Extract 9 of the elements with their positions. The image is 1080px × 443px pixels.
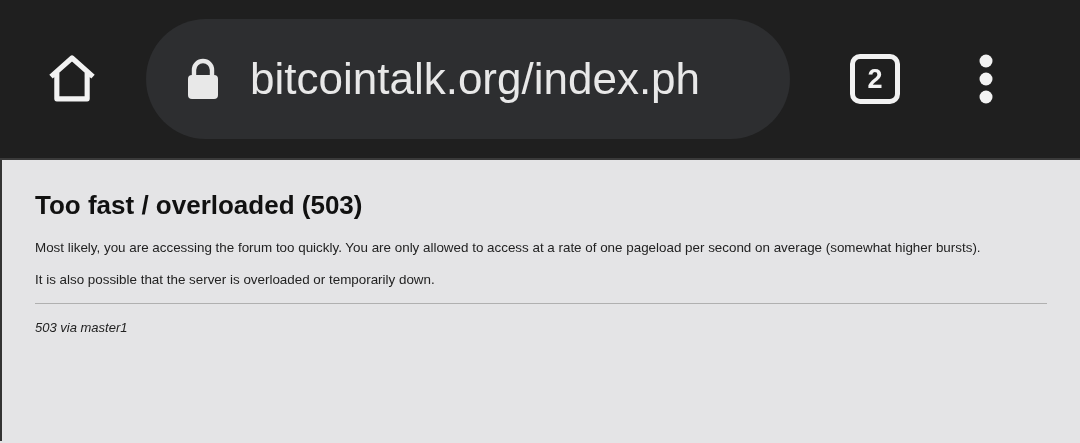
url-text: bitcointalk.org/index.ph [250,54,701,104]
address-bar[interactable]: bitcointalk.org/index.ph [146,19,790,139]
tab-count-button[interactable]: 2 [850,54,900,104]
server-footer: 503 via master1 [35,320,128,335]
error-message: It is also possible that the server is overloaded or temporarily down. [35,271,436,289]
menu-icon[interactable] [978,53,994,105]
page-title: Too fast / overloaded (503) [35,190,364,221]
error-message: Most likely, you are accessing the forum too quickly. You are only allowed to access at a rate of one pageload per second on average (somewhat higher bursts). [35,239,982,257]
lock-icon [186,58,220,100]
